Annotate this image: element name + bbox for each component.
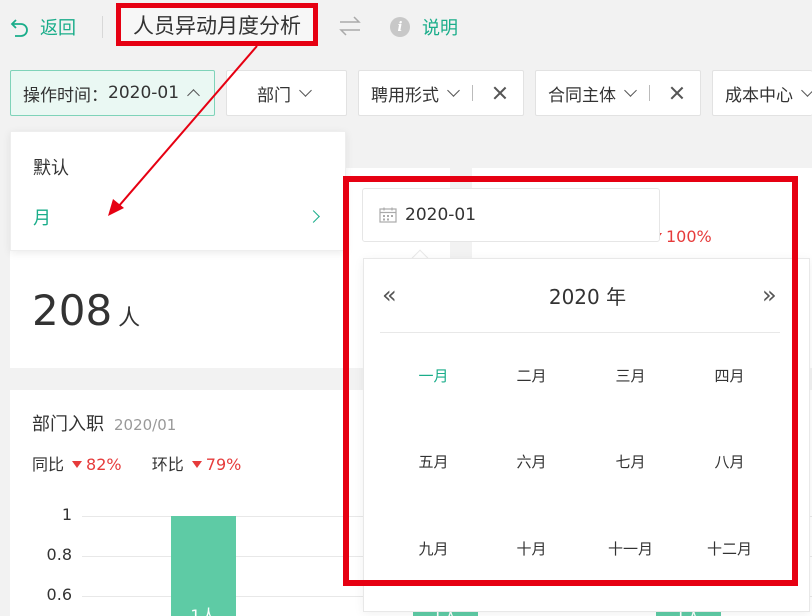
chart-bar[interactable]: 1人 [171,516,236,616]
info-icon: i [390,17,410,37]
operate-time-filter[interactable]: 操作时间： 2020-01 [10,70,215,116]
contract-entity-label: 合同主体 [548,85,616,106]
clear-icon[interactable] [493,86,507,100]
month-cell-4[interactable]: 四月 [680,361,779,391]
chevron-down-icon [801,83,812,97]
y-tick-label: 1 [61,505,72,524]
chevron-up-icon [187,88,200,102]
mom-value: 79% [205,455,242,474]
date-input[interactable]: 2020-01 [362,188,660,242]
month-cell-8[interactable]: 八月 [680,447,779,477]
headcount-number: 208 [32,286,113,335]
header-divider [102,16,103,38]
calendar-divider [380,332,780,333]
y-tick-label: 0.6 [46,585,72,604]
mom-label: 环比 [151,455,184,474]
month-cell-7[interactable]: 七月 [581,447,680,477]
department-label: 部门 [257,85,291,106]
month-cell-10[interactable]: 十月 [482,534,581,564]
chevron-down-icon [299,83,312,97]
chevron-down-icon [447,83,460,97]
operate-time-label: 操作时间： [23,85,108,106]
department-filter[interactable]: 部门 [226,70,347,116]
employment-form-filter[interactable]: 聘用形式 [358,70,524,116]
filter-separator [649,85,650,101]
back-label: 返回 [40,18,76,39]
back-button[interactable]: 返回 [10,14,76,40]
month-cell-11[interactable]: 十一月 [581,534,680,564]
chevron-right-icon [307,210,320,223]
y-tick-label: 0.8 [46,545,72,564]
dropdown-item-default[interactable]: 默认 [33,154,69,180]
month-cell-3[interactable]: 三月 [581,361,680,391]
operate-time-value: 2020-01 [108,83,180,103]
prev-year-icon[interactable]: « [382,281,397,309]
filter-separator [472,85,473,101]
month-cell-9[interactable]: 九月 [384,534,483,564]
cost-center-label: 成本中心 [725,85,793,106]
headcount-unit: 人 [118,306,141,331]
dept-card-date: 2020/01 [114,416,177,434]
down-triangle-icon [191,461,202,468]
partial-change-value: 100% [652,227,712,246]
chevron-down-icon [624,83,637,97]
help-button[interactable]: i 说明 [390,14,458,40]
calendar-icon [379,207,397,223]
month-calendar-panel: 2020 年 « » 一月 二月 三月 四月五月 六月 七月 八月九月 十月 十一月 十二月 [363,258,810,612]
bar-value-label: 1人 [190,606,217,616]
employment-form-label: 聘用形式 [371,85,439,106]
month-cell-12[interactable]: 十二月 [680,534,779,564]
granularity-dropdown: 默认 月 [10,131,346,251]
contract-entity-filter[interactable]: 合同主体 [535,70,701,116]
help-label: 说明 [422,18,458,39]
clear-icon[interactable] [670,86,684,100]
month-cell-1[interactable]: 一月 [384,361,483,391]
date-input-value: 2020-01 [405,205,477,225]
cost-center-filter[interactable]: 成本中心 [712,70,812,116]
month-cell-5[interactable]: 五月 [384,447,483,477]
month-cell-2[interactable]: 二月 [482,361,581,391]
dept-card-title: 部门入职 [32,414,104,435]
yoy-label: 同比 [32,455,65,474]
dept-card-comparisons: 同比 82% 环比 79% [32,451,241,475]
dept-card-header: 部门入职 2020/01 [32,410,176,436]
dropdown-item-month[interactable]: 月 [33,204,51,230]
calendar-year: 2020 年 [548,285,627,309]
page-title: 人员异动月度分析 [116,3,318,46]
undo-icon [10,19,28,37]
yoy-value: 82% [86,455,122,474]
swap-icon[interactable] [338,14,362,38]
headcount-value: 208 人 [32,286,140,335]
month-cell-6[interactable]: 六月 [482,447,581,477]
next-year-icon[interactable]: » [762,281,777,309]
down-triangle-icon [72,461,83,468]
